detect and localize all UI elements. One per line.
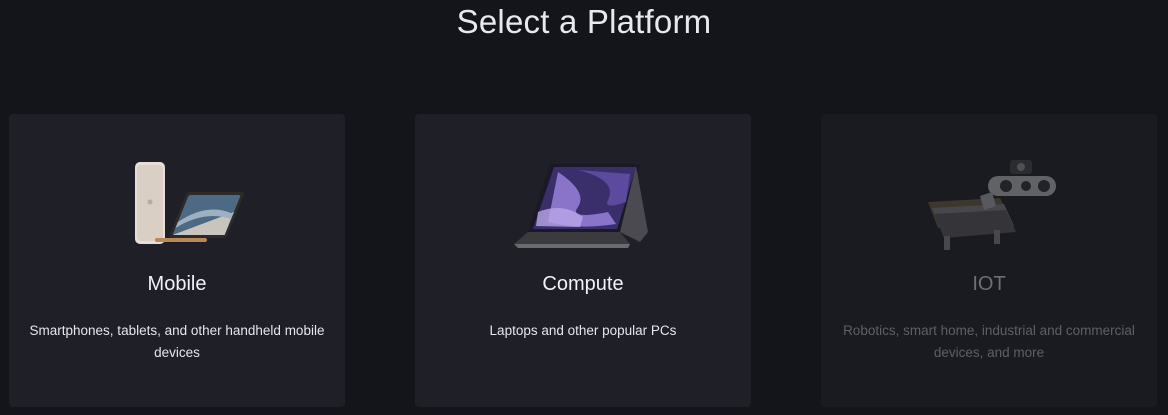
platform-card-title: Compute	[542, 273, 624, 295]
laptop-image	[415, 152, 751, 252]
page-title: Select a Platform	[456, 3, 712, 40]
platform-card-title: IOT	[972, 273, 1006, 295]
platform-select-page: Select a Platform Mobile Smartphones, ta…	[0, 0, 1168, 415]
platform-card-compute[interactable]: Compute Laptops and other popular PCs	[415, 114, 751, 407]
platform-card-description: Smartphones, tablets, and other handheld…	[29, 323, 325, 360]
platform-card-description: Laptops and other popular PCs	[489, 323, 677, 338]
phone-and-tablet-image	[9, 152, 345, 252]
platform-card-title: Mobile	[147, 273, 207, 295]
platform-card-mobile[interactable]: Mobile Smartphones, tablets, and other h…	[9, 114, 345, 407]
platform-card-description: Robotics, smart home, industrial and com…	[843, 323, 1135, 360]
platform-card-iot: IOT Robotics, smart home, industrial and…	[821, 114, 1157, 407]
robotics-board-image	[821, 152, 1157, 252]
